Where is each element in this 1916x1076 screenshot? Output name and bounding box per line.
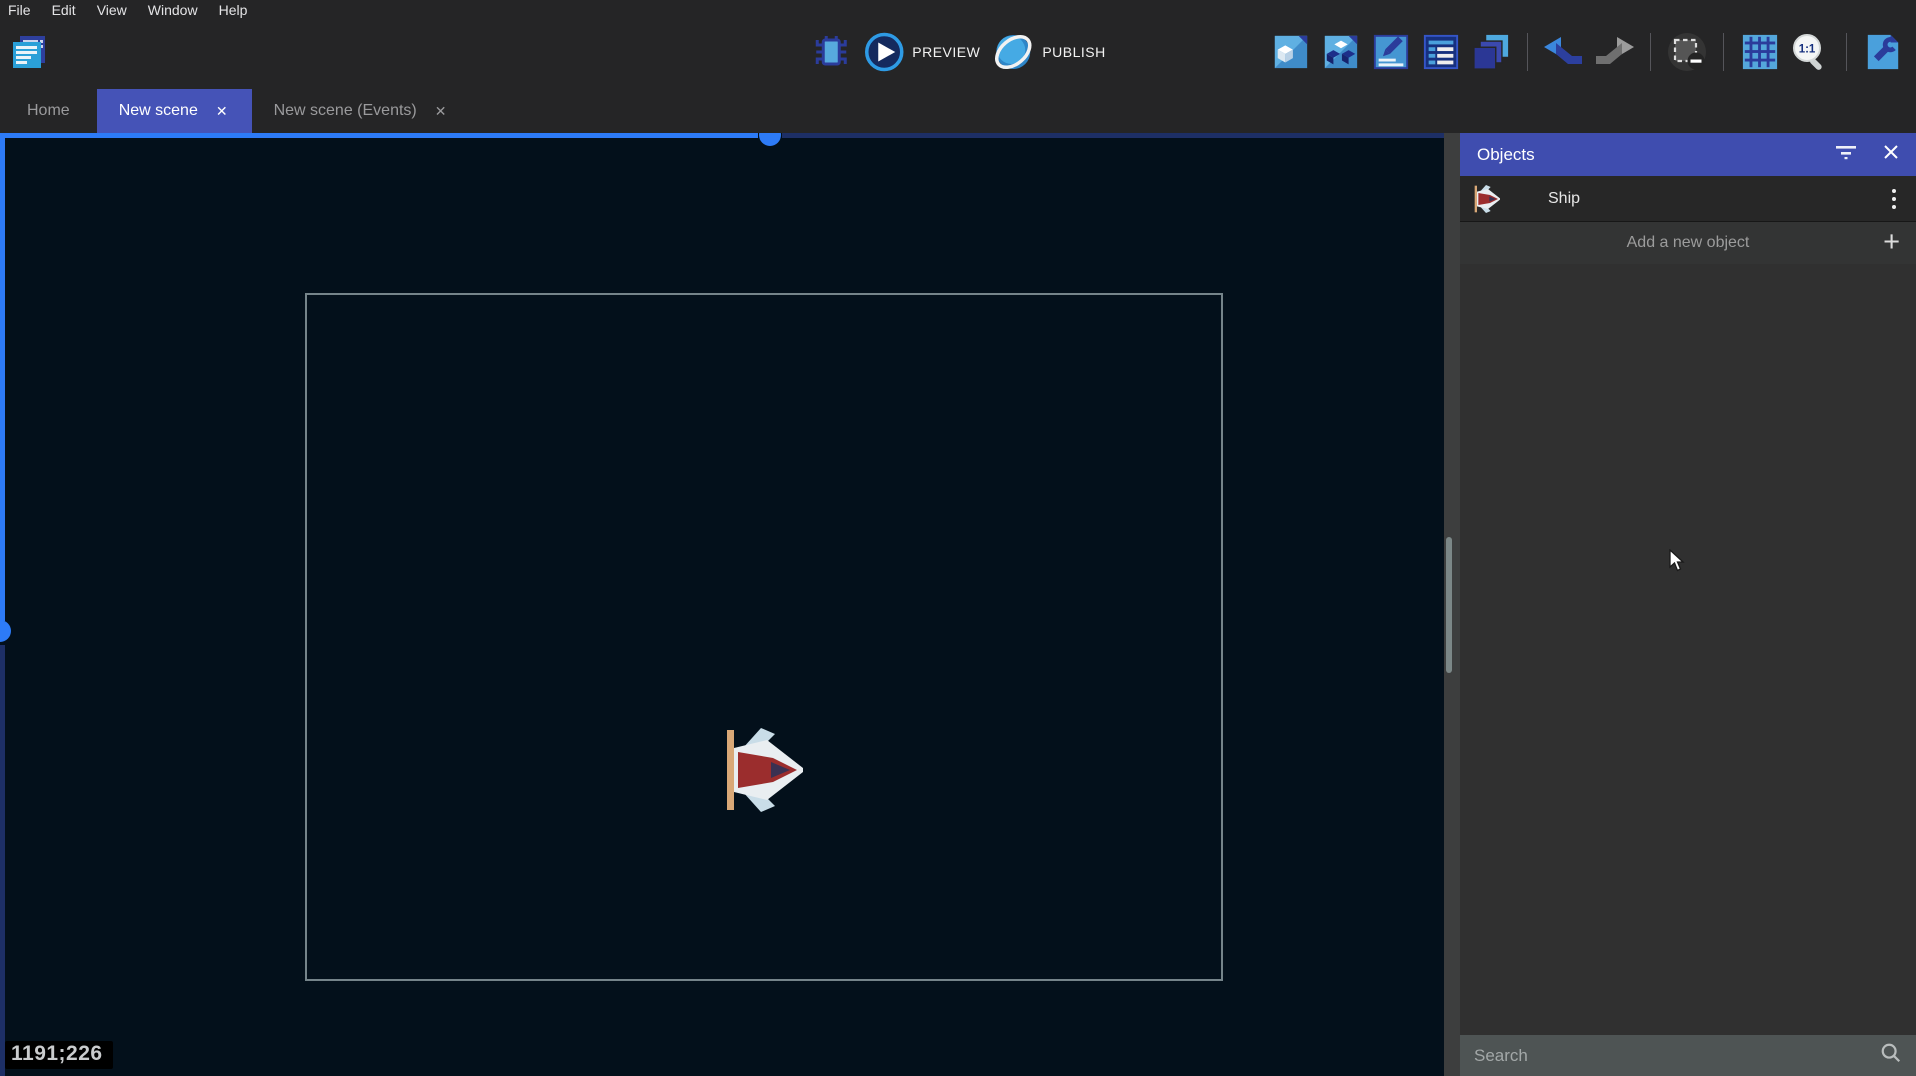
- plus-icon[interactable]: +: [1883, 226, 1900, 259]
- toggle-grid-button[interactable]: [1739, 31, 1781, 73]
- debug-button[interactable]: [810, 31, 852, 73]
- publish-button[interactable]: PUBLISH: [992, 31, 1105, 73]
- objects-panel-empty-space: [1460, 264, 1916, 1035]
- menu-view[interactable]: View: [97, 2, 127, 18]
- toolbar-divider: [1723, 33, 1724, 71]
- add-new-object-button[interactable]: Add a new object +: [1460, 222, 1916, 264]
- object-groups-button[interactable]: [1320, 31, 1362, 73]
- horizontal-scrollbar-track: [0, 133, 758, 138]
- object-groups-icon: [1322, 33, 1360, 71]
- layers-icon: [1472, 33, 1510, 71]
- scene-bounds-rectangle: [305, 293, 1223, 981]
- cursor-coordinates-readout: 1191;226: [5, 1041, 113, 1069]
- objects-search-bar: [1460, 1035, 1916, 1076]
- ship-thumbnail-icon: [1474, 185, 1502, 213]
- objects-panel: Objects: [1460, 133, 1916, 1076]
- instances-list-icon: [1422, 33, 1460, 71]
- objects-panel-button[interactable]: [1270, 31, 1312, 73]
- undo-arrow-icon: [1544, 37, 1584, 67]
- publish-globe-icon: [992, 31, 1034, 73]
- tab-label: New scene: [119, 102, 198, 120]
- toolbar-divider: [1846, 33, 1847, 71]
- object-options-kebab-icon[interactable]: [1886, 185, 1902, 213]
- pane-resize-divider[interactable]: [1444, 133, 1460, 1076]
- debug-bug-icon: [811, 32, 851, 72]
- ship-object-instance[interactable]: [727, 728, 807, 812]
- toolbar-divider: [1650, 33, 1651, 71]
- filter-icon[interactable]: [1835, 144, 1857, 165]
- close-panel-icon[interactable]: [1883, 144, 1899, 165]
- redo-arrow-icon: [1594, 37, 1634, 67]
- menu-help[interactable]: Help: [219, 2, 248, 18]
- tab-bar: Home New scene ✕ New scene (Events) ✕: [0, 84, 1916, 133]
- search-icon: [1880, 1042, 1902, 1069]
- tab-close-icon[interactable]: ✕: [214, 102, 230, 120]
- objects-panel-title: Objects: [1477, 145, 1809, 165]
- redo-button[interactable]: [1593, 31, 1635, 73]
- undo-button[interactable]: [1543, 31, 1585, 73]
- project-manager-icon: [9, 32, 49, 72]
- instances-list-button[interactable]: [1420, 31, 1462, 73]
- horizontal-scrollbar-track: [782, 133, 1444, 138]
- toolbar-right-group: 1:1: [1270, 31, 1908, 73]
- menu-window[interactable]: Window: [148, 2, 198, 18]
- menu-edit[interactable]: Edit: [52, 2, 76, 18]
- editor-settings-button[interactable]: [1862, 31, 1904, 73]
- canvas-scrollbar-thumb[interactable]: [1446, 537, 1452, 673]
- properties-button[interactable]: [1370, 31, 1412, 73]
- main-area: 1191;226 Objects: [0, 133, 1916, 1076]
- deselect-icon: [1667, 32, 1707, 72]
- menu-file[interactable]: File: [8, 2, 31, 18]
- vertical-scrollbar-track: [0, 133, 5, 621]
- object-name-label: Ship: [1548, 190, 1886, 208]
- menu-bar: File Edit View Window Help: [0, 0, 1916, 20]
- scene-canvas[interactable]: 1191;226: [0, 133, 1444, 1076]
- objects-panel-header: Objects: [1460, 133, 1916, 176]
- objects-search-input[interactable]: [1474, 1046, 1870, 1066]
- preview-play-icon: [864, 32, 904, 72]
- toolbar-divider: [1527, 33, 1528, 71]
- add-object-label: Add a new object: [1627, 234, 1750, 252]
- vertical-scrollbar-track: [0, 645, 5, 1076]
- properties-pencil-icon: [1372, 33, 1410, 71]
- horizontal-scrollbar-thumb[interactable]: [759, 133, 781, 146]
- wrench-icon: [1864, 33, 1902, 71]
- tab-home[interactable]: Home: [0, 89, 97, 133]
- svg-text:1:1: 1:1: [1799, 44, 1816, 56]
- tab-new-scene[interactable]: New scene ✕: [97, 89, 252, 133]
- vertical-scrollbar-thumb[interactable]: [0, 620, 11, 642]
- preview-label: PREVIEW: [912, 44, 980, 60]
- project-manager-button[interactable]: [8, 31, 50, 73]
- tab-label: New scene (Events): [274, 102, 417, 120]
- layers-button[interactable]: [1470, 31, 1512, 73]
- deselect-all-button[interactable]: [1666, 31, 1708, 73]
- toolbar: PREVIEW PUBLISH: [0, 20, 1916, 84]
- object-cube-icon: [1272, 33, 1310, 71]
- object-row-ship[interactable]: Ship: [1460, 176, 1916, 222]
- publish-label: PUBLISH: [1042, 44, 1105, 60]
- toolbar-center-group: PREVIEW PUBLISH: [810, 20, 1106, 84]
- zoom-original-button[interactable]: 1:1: [1789, 31, 1831, 73]
- grid-icon: [1741, 33, 1779, 71]
- tab-label: Home: [27, 102, 70, 120]
- zoom-1-1-icon: 1:1: [1790, 32, 1830, 72]
- preview-button[interactable]: PREVIEW: [864, 31, 980, 73]
- tab-new-scene-events[interactable]: New scene (Events) ✕: [252, 89, 471, 133]
- tab-close-icon[interactable]: ✕: [433, 102, 449, 120]
